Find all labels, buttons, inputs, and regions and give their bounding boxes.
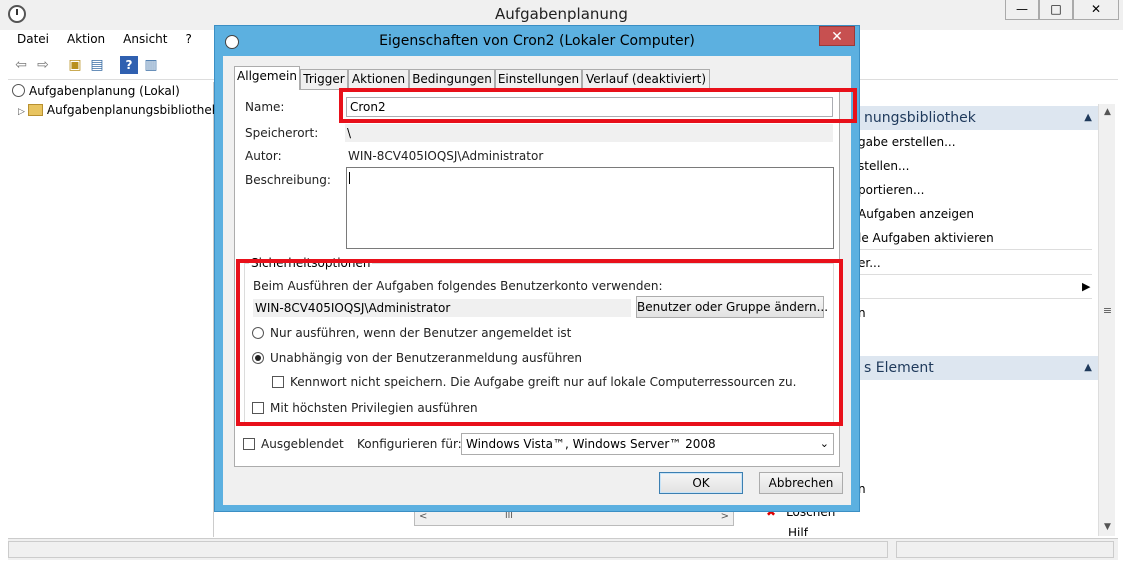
configure-for-label: Konfigurieren für: — [357, 437, 462, 451]
location-label: Speicherort: — [245, 126, 319, 140]
console-tree: Aufgabenplanung (Lokal) ▷ Aufgabenplanung… — [8, 82, 219, 537]
action-show-running[interactable]: Aufgaben anzeigen — [858, 207, 974, 221]
ok-button[interactable]: OK — [659, 472, 743, 494]
cancel-button[interactable]: Abbrechen — [759, 472, 843, 494]
scroll-grip-icon[interactable]: III — [505, 511, 513, 521]
tree-item-library[interactable]: ▷ Aufgabenplanungsbibliothek — [18, 103, 219, 117]
menu-help[interactable]: ? — [176, 30, 200, 50]
horizontal-scrollbar[interactable]: < III > — [414, 510, 734, 526]
configure-for-value: Windows Vista™, Windows Server™ 2008 — [466, 437, 716, 451]
text-caret — [349, 172, 350, 184]
action-new-folder[interactable]: er... — [858, 256, 881, 270]
forward-arrow-icon[interactable]: ⇨ — [34, 56, 52, 74]
close-button[interactable]: ✕ — [1073, 0, 1119, 20]
location-value: \ — [345, 124, 833, 142]
dialog-title-bar: Eigenschaften von Cron2 (Lokaler Compute… — [215, 26, 859, 56]
tab-trigger[interactable]: Trigger — [300, 69, 348, 89]
tab-actions[interactable]: Aktionen — [348, 69, 409, 89]
author-label: Autor: — [245, 149, 282, 163]
action-enable-history[interactable]: le Aufgaben aktivieren — [858, 231, 994, 245]
action-create-task[interactable]: gabe erstellen... — [858, 135, 956, 149]
folder-clock-icon — [27, 104, 43, 116]
chevron-down-icon: ⌄ — [819, 437, 829, 450]
status-section — [8, 541, 888, 558]
back-arrow-icon[interactable]: ⇦ — [12, 56, 30, 74]
actions-pane: nungsbibliothek ▲ gabe erstellen... stel… — [766, 104, 1098, 536]
expand-arrow-icon[interactable]: ▷ — [18, 107, 25, 117]
action-help[interactable]: Hilf — [788, 526, 808, 536]
status-bar — [8, 538, 1118, 560]
highlight-name-box — [339, 88, 857, 123]
separator — [858, 249, 1092, 250]
tab-history[interactable]: Verlauf (deaktiviert) — [582, 69, 710, 89]
tab-conditions[interactable]: Bedingungen — [409, 69, 495, 89]
tab-general[interactable]: Allgemein — [234, 66, 300, 90]
scroll-left-arrow-icon[interactable]: < — [419, 511, 427, 522]
dialog-close-button[interactable]: ✕ — [819, 26, 855, 46]
author-value: WIN-8CV405IOQSJ\Administrator — [348, 149, 544, 163]
clock-icon — [12, 84, 25, 97]
action-import[interactable]: portieren... — [858, 183, 924, 197]
status-section — [896, 541, 1114, 558]
dialog-title: Eigenschaften von Cron2 (Lokaler Compute… — [379, 33, 695, 49]
maximize-button[interactable]: □ — [1039, 0, 1073, 20]
separator — [858, 274, 1092, 275]
collapse-arrow-icon[interactable]: ▲ — [1084, 106, 1092, 130]
description-textarea[interactable] — [346, 167, 834, 249]
actions-scrollbar[interactable]: ▲ ≡ ▼ — [1098, 104, 1115, 536]
help-icon[interactable]: ? — [120, 56, 138, 74]
hidden-label[interactable]: Ausgeblendet — [261, 437, 344, 451]
actions-header-label: s Element — [864, 360, 934, 376]
highlight-security-box — [236, 259, 843, 426]
actions-header-selected[interactable]: s Element ▲ — [858, 356, 1098, 380]
scroll-up-arrow-icon[interactable]: ▲ — [1099, 107, 1116, 117]
name-label: Name: — [245, 100, 285, 114]
separator — [858, 298, 1092, 299]
menu-aktion[interactable]: Aktion — [58, 30, 114, 50]
main-window-title: Aufgabenplanung — [495, 5, 628, 23]
menu-ansicht[interactable]: Ansicht — [114, 30, 176, 50]
collapse-arrow-icon[interactable]: ▲ — [1084, 356, 1092, 380]
show-hide-console-tree-icon[interactable]: ▤ — [88, 56, 106, 74]
folder-up-icon[interactable]: ▣ — [66, 56, 84, 74]
tree-item-label: Aufgabenplanung (Lokal) — [29, 84, 180, 98]
actions-header-label: nungsbibliothek — [864, 110, 976, 126]
tree-item-label: Aufgabenplanungsbibliothek — [46, 103, 219, 117]
tab-settings[interactable]: Einstellungen — [495, 69, 582, 89]
show-hide-action-pane-icon[interactable]: ▥ — [142, 56, 160, 74]
configure-for-select[interactable]: Windows Vista™, Windows Server™ 2008 ⌄ — [461, 433, 834, 455]
action-create[interactable]: stellen... — [858, 159, 909, 173]
menu-datei[interactable]: Datei — [8, 30, 58, 50]
scroll-right-arrow-icon[interactable]: > — [721, 511, 729, 522]
scroll-down-arrow-icon[interactable]: ▼ — [1099, 522, 1116, 532]
tree-item-root[interactable]: Aufgabenplanung (Lokal) — [12, 84, 180, 98]
center-pane-bottom: < III > — [404, 508, 760, 538]
description-label: Beschreibung: — [245, 173, 331, 187]
scroll-grip-icon[interactable]: ≡ — [1099, 304, 1116, 317]
checkbox-hidden[interactable] — [243, 438, 255, 450]
minimize-button[interactable]: — — [1005, 0, 1039, 20]
submenu-arrow-icon[interactable]: ▶ — [1082, 280, 1090, 293]
actions-header-library[interactable]: nungsbibliothek ▲ — [858, 106, 1098, 130]
